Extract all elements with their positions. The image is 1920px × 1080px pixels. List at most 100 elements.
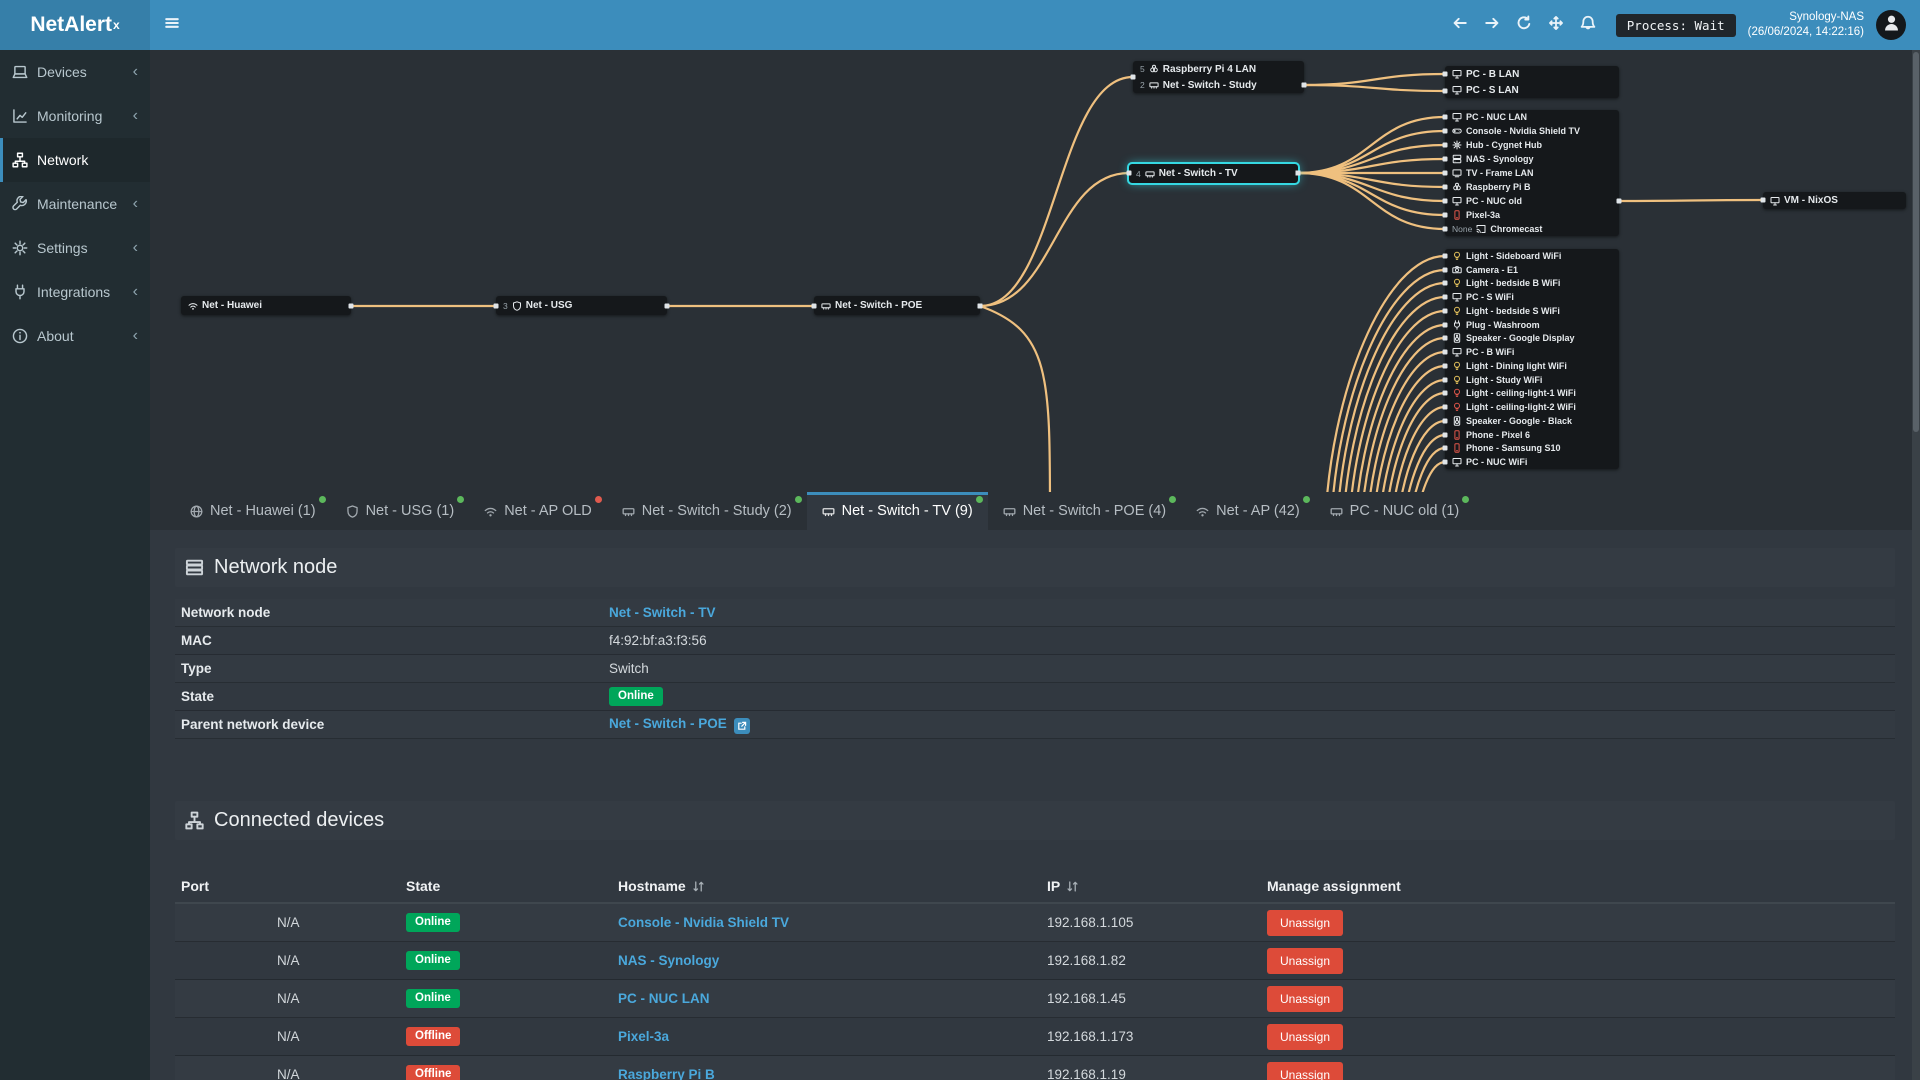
node-row-nas-synology[interactable]: NAS - Synology xyxy=(1445,152,1619,166)
unassign-button[interactable]: Unassign xyxy=(1267,1061,1344,1080)
status-dot xyxy=(457,496,465,503)
topology-node-vm-nixos[interactable]: VM - NixOS xyxy=(1763,192,1906,209)
node-row-pc-nuc-wifi[interactable]: PC - NUC WiFi xyxy=(1445,455,1619,469)
tab-pc-nuc-old-1[interactable]: PC - NUC old (1) xyxy=(1315,492,1475,530)
node-label: Light - ceiling-light-2 WiFi xyxy=(1466,402,1576,413)
device-port: N/A xyxy=(277,953,300,968)
topology-node-net-switch-poe[interactable]: Net - Switch - POE xyxy=(814,296,980,315)
sidebar-item-monitoring[interactable]: Monitoring ‹ xyxy=(0,94,150,138)
column-header-hostname[interactable]: Hostname xyxy=(618,878,1047,894)
node-row-phone-samsung-s10[interactable]: Phone - Samsung S10 xyxy=(1445,442,1619,456)
sort-icon[interactable] xyxy=(1066,880,1079,893)
node-row-light-ceiling-light-1-wifi[interactable]: Light - ceiling-light-1 WiFi xyxy=(1445,387,1619,401)
column-header-ip[interactable]: IP xyxy=(1047,878,1267,894)
unassign-button[interactable]: Unassign xyxy=(1267,1023,1344,1050)
sidebar-item-maintenance[interactable]: Maintenance ‹ xyxy=(0,182,150,226)
node-row-hub-cygnet-hub[interactable]: Hub - Cygnet Hub xyxy=(1445,138,1619,152)
topology-node-net-switch-tv[interactable]: 4 Net - Switch - TV xyxy=(1127,162,1300,185)
device-hostname-link[interactable]: Console - Nvidia Shield TV xyxy=(618,915,789,930)
monitor-icon xyxy=(1452,347,1462,357)
device-hostname-link[interactable]: NAS - Synology xyxy=(618,953,719,968)
node-row-net-huawei[interactable]: Net - Huawei xyxy=(181,296,351,315)
node-row-pc-nuc-old[interactable]: PC - NUC old xyxy=(1445,194,1619,208)
node-row-vm-nixos[interactable]: VM - NixOS xyxy=(1763,192,1906,209)
node-row-tv-frame-lan[interactable]: TV - Frame LAN xyxy=(1445,166,1619,180)
node-row-pc-nuc-lan[interactable]: PC - NUC LAN xyxy=(1445,110,1619,124)
topology-node-rpi4-study-group[interactable]: 5 Raspberry Pi 4 LAN 2 Net - Switch - Study xyxy=(1133,61,1304,93)
node-row-net-switch-poe[interactable]: Net - Switch - POE xyxy=(814,296,980,315)
sidebar-item-integrations[interactable]: Integrations ‹ xyxy=(0,270,150,314)
nas-icon xyxy=(1452,154,1462,164)
unassign-button[interactable]: Unassign xyxy=(1267,909,1344,936)
sidebar-item-about[interactable]: About ‹ xyxy=(0,314,150,358)
node-row-console-nvidia-shield-tv[interactable]: Console - Nvidia Shield TV xyxy=(1445,124,1619,138)
sidebar-toggle-button[interactable] xyxy=(150,0,194,50)
tab-net-switch-poe-4[interactable]: Net - Switch - POE (4) xyxy=(988,492,1181,530)
node-row-plug-washroom[interactable]: Plug - Washroom xyxy=(1445,318,1619,332)
node-row-speaker-google-display[interactable]: Speaker - Google Display xyxy=(1445,332,1619,346)
sidebar-item-network[interactable]: Network xyxy=(0,138,150,182)
node-label: VM - NixOS xyxy=(1784,195,1838,206)
forward-button[interactable] xyxy=(1476,0,1508,50)
unassign-button[interactable]: Unassign xyxy=(1267,985,1344,1012)
topology-node-wifi-children-group[interactable]: Light - Sideboard WiFi Camera - E1 Light -… xyxy=(1445,249,1619,469)
refresh-button[interactable] xyxy=(1508,0,1540,50)
host-name: Synology-NAS xyxy=(1789,11,1864,24)
node-label: Light - Dining light WiFi xyxy=(1466,360,1567,371)
node-row-phone-pixel-6[interactable]: Phone - Pixel 6 xyxy=(1445,428,1619,442)
app-logo[interactable]: NetAlert x xyxy=(0,0,150,50)
device-hostname-link[interactable]: Raspberry Pi B xyxy=(618,1067,715,1080)
raspberry-icon xyxy=(1452,182,1462,192)
topology-node-net-usg[interactable]: 3 Net - USG xyxy=(496,296,667,315)
node-row-light-bedside-s-wifi[interactable]: Light - bedside S WiFi xyxy=(1445,304,1619,318)
chevron-left-icon: ‹ xyxy=(132,327,138,344)
unassign-button[interactable]: Unassign xyxy=(1267,947,1344,974)
tab-net-ap-42[interactable]: Net - AP (42) xyxy=(1181,492,1315,530)
tab-net-huawei-1[interactable]: Net - Huawei (1) xyxy=(175,492,331,530)
tab-net-switch-tv-9[interactable]: Net - Switch - TV (9) xyxy=(806,492,988,530)
field-value-link[interactable]: Net - Switch - TV xyxy=(609,605,716,620)
node-row-camera-e1[interactable]: Camera - E1 xyxy=(1445,263,1619,277)
topology-node-pc-lan-group[interactable]: PC - B LAN PC - S LAN xyxy=(1445,66,1619,98)
back-button[interactable] xyxy=(1444,0,1476,50)
node-row-speaker-google-black[interactable]: Speaker - Google - Black xyxy=(1445,414,1619,428)
field-value-link[interactable]: Net - Switch - POE xyxy=(609,716,727,731)
topology-node-net-huawei[interactable]: Net - Huawei xyxy=(181,296,351,315)
page-scrollbar[interactable] xyxy=(1912,50,1920,1080)
node-row-light-sideboard-wifi[interactable]: Light - Sideboard WiFi xyxy=(1445,249,1619,263)
node-row-raspberry-pi-b[interactable]: Raspberry Pi B xyxy=(1445,180,1619,194)
topology-node-tv-children-group[interactable]: PC - NUC LAN Console - Nvidia Shield TV Hu… xyxy=(1445,110,1619,236)
column-header-state: State xyxy=(406,878,618,894)
node-row-net-usg[interactable]: 3 Net - USG xyxy=(496,296,667,315)
sidebar-item-label: Integrations xyxy=(37,284,111,300)
node-row-light-dining-light-wifi[interactable]: Light - Dining light WiFi xyxy=(1445,359,1619,373)
tab-net-switch-study-2[interactable]: Net - Switch - Study (2) xyxy=(607,492,807,530)
node-row-pc-b-lan[interactable]: PC - B LAN xyxy=(1445,66,1619,82)
node-row-light-study-wifi[interactable]: Light - Study WiFi xyxy=(1445,373,1619,387)
host-info: Synology-NAS (26/06/2024, 14:22:16) xyxy=(1748,10,1864,40)
device-hostname-link[interactable]: PC - NUC LAN xyxy=(618,991,710,1006)
node-row-net-switch-study[interactable]: 2 Net - Switch - Study xyxy=(1133,77,1304,93)
node-row-raspberry-pi-4-lan[interactable]: 5 Raspberry Pi 4 LAN xyxy=(1133,61,1304,77)
scrollbar-thumb[interactable] xyxy=(1913,52,1919,432)
notifications-button[interactable] xyxy=(1572,0,1604,50)
globe-icon xyxy=(190,505,203,518)
device-hostname-link[interactable]: Pixel-3a xyxy=(618,1029,669,1044)
node-row-net-switch-tv[interactable]: 4 Net - Switch - TV xyxy=(1129,164,1298,183)
move-button[interactable] xyxy=(1540,0,1572,50)
port-label: 5 xyxy=(1140,64,1145,74)
node-row-pc-s-wifi[interactable]: PC - S WiFi xyxy=(1445,290,1619,304)
tab-net-usg-1[interactable]: Net - USG (1) xyxy=(331,492,470,530)
node-row-light-bedside-b-wifi[interactable]: Light - bedside B WiFi xyxy=(1445,277,1619,291)
tab-net-ap-old[interactable]: Net - AP OLD xyxy=(469,492,607,530)
node-row-pixel-3a[interactable]: Pixel-3a xyxy=(1445,208,1619,222)
user-avatar[interactable] xyxy=(1876,10,1906,40)
sidebar-item-settings[interactable]: Settings ‹ xyxy=(0,226,150,270)
node-row-light-ceiling-light-2-wifi[interactable]: Light - ceiling-light-2 WiFi xyxy=(1445,400,1619,414)
node-row-pc-b-wifi[interactable]: PC - B WiFi xyxy=(1445,345,1619,359)
open-parent-node-button[interactable] xyxy=(733,717,750,734)
node-row-pc-s-lan[interactable]: PC - S LAN xyxy=(1445,82,1619,98)
sort-icon[interactable] xyxy=(692,880,705,893)
node-row-chromecast[interactable]: None Chromecast xyxy=(1445,222,1619,236)
sidebar-item-devices[interactable]: Devices ‹ xyxy=(0,50,150,94)
